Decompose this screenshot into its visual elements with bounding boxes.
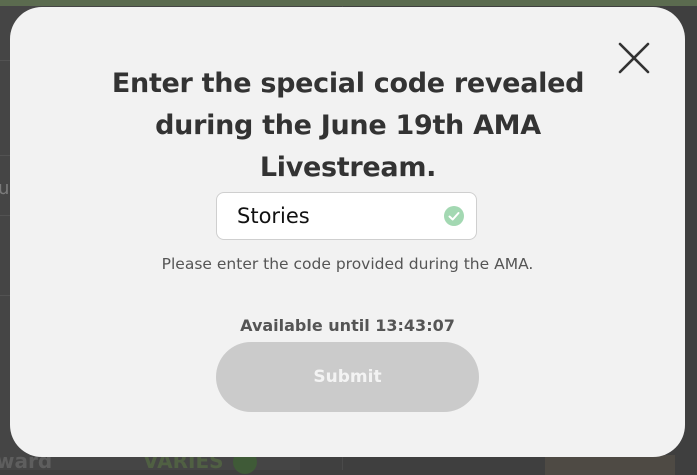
submit-button[interactable]: Submit	[216, 342, 479, 412]
background-bar	[545, 455, 675, 475]
background-text: u	[0, 178, 10, 199]
background-top-bar	[0, 0, 697, 6]
close-icon	[618, 42, 650, 74]
availability-countdown: Available until 13:43:07	[240, 316, 455, 335]
check-circle-icon	[444, 206, 464, 226]
modal-title: Enter the special code revealed during t…	[111, 68, 585, 183]
code-input[interactable]	[237, 193, 437, 239]
code-entry-modal: Enter the special code revealed during t…	[10, 7, 685, 457]
code-field[interactable]	[216, 192, 477, 240]
help-text: Please enter the code provided during th…	[161, 255, 534, 273]
close-button[interactable]	[616, 40, 652, 76]
